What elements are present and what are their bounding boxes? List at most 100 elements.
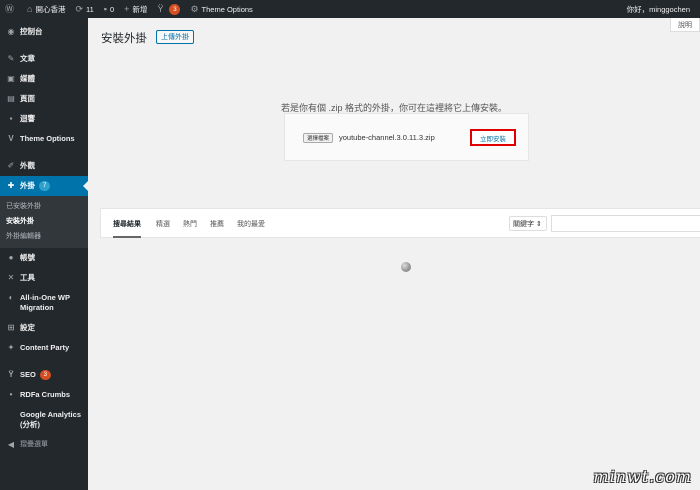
tab-favorites[interactable]: 我的最愛	[237, 219, 265, 229]
submenu-plugin-editor[interactable]: 外掛編輯器	[0, 229, 88, 244]
sidebar-item-label: Google Analytics (分析)	[20, 410, 81, 429]
sidebar-item-label: RDFa Crumbs	[20, 390, 71, 399]
submenu-installed-plugins[interactable]: 已安裝外掛	[0, 199, 88, 214]
content-party-icon: ✦	[7, 343, 15, 352]
sidebar-item-label: 媒體	[20, 74, 35, 83]
tab-popular[interactable]: 熱門	[183, 219, 197, 229]
sidebar-item-label: Content Party	[20, 343, 70, 352]
seo-badge: 3	[169, 3, 181, 15]
seo-badge: 3	[39, 370, 51, 380]
new-content-menu[interactable]: + 新增	[119, 0, 152, 18]
sidebar-item-label: 外掛	[20, 181, 35, 190]
sidebar-item-label: 摺疊選單	[20, 441, 48, 448]
gear-icon: ⚙	[190, 3, 199, 14]
loading-spinner	[401, 262, 411, 272]
search-type-select[interactable]: 關鍵字 ⇕	[509, 216, 547, 231]
choose-file-button[interactable]: 選擇檔案	[303, 133, 334, 143]
sidebar-item-label: 工具	[20, 273, 35, 282]
plugins-badge: 7	[39, 181, 50, 191]
yoast-icon: Ÿ	[8, 370, 14, 379]
admin-sidebar: ◉ 控制台 ✎ 文章 ▣ 媒體 ▤ 頁面 ▪ 迴響 V Theme Options ✐ 外觀 …	[0, 18, 88, 490]
main-content: 說明 安裝外掛 上傳外掛 若是你有個 .zip 格式的外掛，你可在這裡將它上傳安…	[88, 18, 700, 490]
updates-menu[interactable]: ⟳ 11	[70, 0, 98, 18]
watermark-logo: minwt.com	[593, 467, 692, 486]
sidebar-item-label: All-in-One WP Migration	[20, 293, 70, 312]
site-name: 開心香港	[35, 4, 66, 14]
sidebar-collapse-menu[interactable]: ◀ 摺疊選單	[0, 435, 88, 455]
sidebar-item-seo[interactable]: Ÿ SEO 3	[0, 365, 88, 385]
upload-plugin-button[interactable]: 上傳外掛	[156, 30, 194, 44]
sidebar-item-theme-options[interactable]: V Theme Options	[0, 129, 88, 149]
menu-separator	[0, 358, 88, 365]
dashboard-icon: ◉	[7, 27, 15, 36]
comments-menu[interactable]: ▪ 0	[99, 0, 119, 18]
sidebar-item-content-party[interactable]: ✦ Content Party	[0, 338, 88, 358]
plugins-submenu: 已安裝外掛 安裝外掛 外掛編輯器	[0, 196, 88, 248]
sidebar-item-rdfa[interactable]: • RDFa Crumbs	[0, 385, 88, 405]
sidebar-item-dashboard[interactable]: ◉ 控制台	[0, 22, 88, 42]
media-icon: ▣	[7, 74, 15, 83]
sidebar-item-label: 迴響	[20, 114, 35, 123]
sidebar-item-label: 設定	[20, 323, 35, 332]
theme-options-menu[interactable]: ⚙ Theme Options	[185, 0, 257, 18]
upload-plugin-box: 選擇檔案 youtube-channel.3.0.11.3.zip 立即安裝	[284, 113, 529, 161]
sidebar-item-label: Theme Options	[20, 134, 75, 143]
sidebar-item-pages[interactable]: ▤ 頁面	[0, 89, 88, 109]
page-icon: ▤	[7, 94, 15, 103]
menu-separator	[0, 149, 88, 156]
sidebar-item-media[interactable]: ▣ 媒體	[0, 69, 88, 89]
install-now-button[interactable]: 立即安裝	[470, 129, 516, 146]
wp-logo-menu[interactable]: Ⓦ	[0, 0, 22, 18]
sidebar-item-settings[interactable]: ⊞ 設定	[0, 318, 88, 338]
sidebar-item-label: SEO	[20, 370, 36, 379]
sidebar-item-label: 頁面	[20, 94, 35, 103]
sidebar-item-label: 帳號	[20, 253, 35, 262]
sidebar-item-label: 外觀	[20, 161, 35, 170]
page-title: 安裝外掛	[101, 33, 147, 45]
dot-icon: •	[9, 390, 13, 399]
tab-search-results[interactable]: 搜尋結果	[113, 219, 141, 238]
plus-icon: +	[124, 3, 130, 14]
admin-bar: Ⓦ ⌂ 開心香港 ⟳ 11 ▪ 0 + 新增 Ÿ3 ⚙ Theme Options 你好，…	[0, 0, 700, 18]
settings-icon: ⊞	[7, 323, 15, 332]
pin-icon: ✎	[7, 54, 15, 63]
plug-icon: ✚	[7, 181, 15, 190]
sidebar-item-comments[interactable]: ▪ 迴響	[0, 109, 88, 129]
sidebar-item-posts[interactable]: ✎ 文章	[0, 49, 88, 69]
menu-separator	[0, 42, 88, 49]
theme-options-label: Theme Options	[201, 4, 253, 14]
comment-icon: ▪	[103, 3, 107, 14]
sidebar-item-appearance[interactable]: ✐ 外觀	[0, 156, 88, 176]
home-icon: ⌂	[27, 3, 33, 14]
my-account-menu[interactable]: 你好，minggochen	[627, 0, 690, 18]
migration-icon: ◐	[8, 293, 14, 302]
new-label: 新增	[132, 4, 148, 14]
theme-v-icon: V	[8, 134, 14, 143]
wrench-icon: ✕	[7, 273, 15, 282]
plugin-filter-bar: 搜尋結果 精選 熱門 推薦 我的最愛 關鍵字 ⇕	[100, 208, 700, 238]
plugin-search-input[interactable]	[551, 215, 700, 232]
sidebar-item-plugins[interactable]: ✚ 外掛 7	[0, 176, 88, 196]
wordpress-icon: Ⓦ	[5, 3, 15, 14]
selected-filename: youtube-channel.3.0.11.3.zip	[339, 133, 435, 142]
comments-count: 0	[110, 4, 115, 14]
refresh-icon: ⟳	[75, 3, 83, 14]
comment-icon: ▪	[9, 114, 13, 123]
help-tab[interactable]: 說明	[670, 18, 700, 32]
yoast-icon: Ÿ	[157, 3, 164, 14]
sidebar-item-tools[interactable]: ✕ 工具	[0, 268, 88, 288]
site-name-menu[interactable]: ⌂ 開心香港	[22, 0, 70, 18]
sidebar-item-label: 控制台	[20, 27, 43, 36]
brush-icon: ✐	[7, 161, 15, 170]
submenu-add-plugins[interactable]: 安裝外掛	[0, 214, 88, 229]
sidebar-item-label: 文章	[20, 54, 35, 63]
sidebar-item-google-analytics[interactable]: Google Analytics (分析)	[0, 405, 88, 435]
sidebar-item-migration[interactable]: ◐ All-in-One WP Migration	[0, 288, 88, 318]
tab-recommended[interactable]: 推薦	[210, 219, 224, 229]
user-icon: ●	[8, 253, 14, 262]
updates-count: 11	[86, 4, 94, 14]
greeting: 你好，minggochen	[626, 4, 690, 14]
sidebar-item-users[interactable]: ● 帳號	[0, 248, 88, 268]
tab-featured[interactable]: 精選	[156, 219, 170, 229]
seo-menu[interactable]: Ÿ3	[152, 0, 185, 18]
